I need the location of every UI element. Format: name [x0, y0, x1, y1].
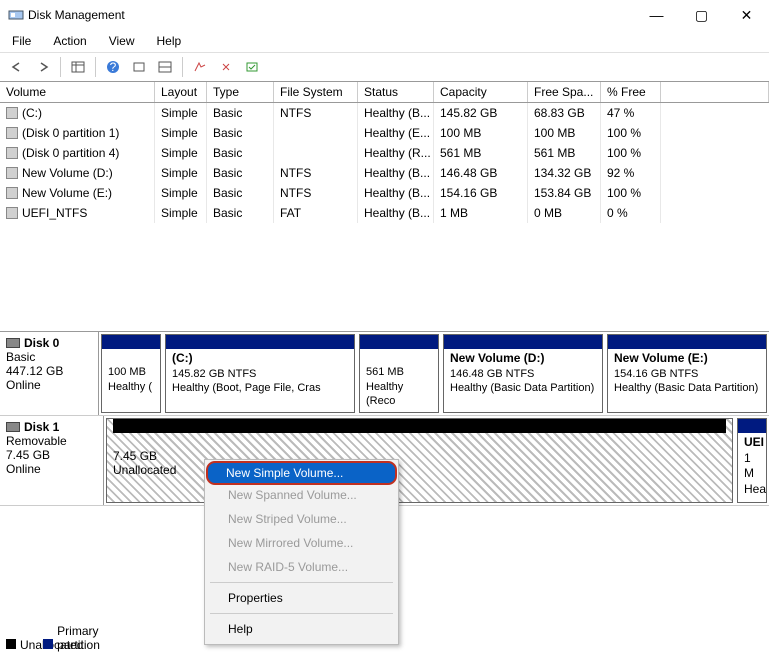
help-button[interactable]: ?: [102, 57, 124, 77]
partition[interactable]: 100 MBHealthy (: [101, 334, 161, 413]
table-row[interactable]: (Disk 0 partition 1)SimpleBasicHealthy (…: [0, 123, 769, 143]
action3-button[interactable]: [241, 57, 263, 77]
column-volume[interactable]: Volume: [0, 82, 155, 102]
disk-1-uefi-partition[interactable]: UEI 1 M Hea: [737, 418, 767, 502]
context-menu-item: New Spanned Volume...: [208, 483, 395, 507]
forward-button[interactable]: [32, 57, 54, 77]
view-list-button[interactable]: [67, 57, 89, 77]
legend: Unallocated Primary partition: [6, 624, 71, 651]
disk-0-row: Disk 0 Basic 447.12 GB Online 100 MBHeal…: [0, 332, 769, 416]
maximize-button[interactable]: ▢: [679, 0, 724, 30]
table-row[interactable]: UEFI_NTFSSimpleBasicFATHealthy (B...1 MB…: [0, 203, 769, 223]
disk-icon: [6, 338, 20, 348]
volume-list-header: Volume Layout Type File System Status Ca…: [0, 82, 769, 103]
disk-icon: [6, 422, 20, 432]
window-title: Disk Management: [24, 8, 634, 22]
volume-icon: [6, 187, 18, 199]
action2-button[interactable]: [215, 57, 237, 77]
settings-button[interactable]: [154, 57, 176, 77]
context-menu-item[interactable]: Properties: [208, 586, 395, 610]
volume-icon: [6, 207, 18, 219]
disk-management-icon: [8, 7, 24, 23]
partition[interactable]: New Volume (E:)154.16 GB NTFSHealthy (Ba…: [607, 334, 767, 413]
volume-icon: [6, 167, 18, 179]
minimize-button[interactable]: —: [634, 0, 679, 30]
volume-icon: [6, 127, 18, 139]
disk-1-unallocated[interactable]: 7.45 GB Unallocated: [106, 418, 733, 502]
context-menu-item: New RAID-5 Volume...: [208, 555, 395, 579]
volume-icon: [6, 107, 18, 119]
menu-action[interactable]: Action: [49, 32, 90, 50]
disk-1-label[interactable]: Disk 1 Removable 7.45 GB Online: [0, 416, 104, 504]
table-row[interactable]: New Volume (D:)SimpleBasicNTFSHealthy (B…: [0, 163, 769, 183]
volume-list: (C:)SimpleBasicNTFSHealthy (B...145.82 G…: [0, 103, 769, 331]
context-menu-item: New Mirrored Volume...: [208, 531, 395, 555]
table-row[interactable]: (Disk 0 partition 4)SimpleBasicHealthy (…: [0, 143, 769, 163]
back-button[interactable]: [6, 57, 28, 77]
context-menu: New Simple Volume...New Spanned Volume..…: [204, 459, 399, 645]
partition[interactable]: New Volume (D:)146.48 GB NTFSHealthy (Ba…: [443, 334, 603, 413]
menu-help[interactable]: Help: [153, 32, 186, 50]
svg-text:?: ?: [110, 60, 117, 74]
menubar: File Action View Help: [0, 30, 769, 53]
table-row[interactable]: (C:)SimpleBasicNTFSHealthy (B...145.82 G…: [0, 103, 769, 123]
column-layout[interactable]: Layout: [155, 82, 207, 102]
close-button[interactable]: ✕: [724, 0, 769, 30]
column-capacity[interactable]: Capacity: [434, 82, 528, 102]
context-menu-item[interactable]: New Simple Volume...: [206, 461, 397, 485]
toolbar: ?: [0, 53, 769, 82]
menu-file[interactable]: File: [8, 32, 35, 50]
context-menu-item: New Striped Volume...: [208, 507, 395, 531]
column-freespace[interactable]: Free Spa...: [528, 82, 601, 102]
column-filesystem[interactable]: File System: [274, 82, 358, 102]
action1-button[interactable]: [189, 57, 211, 77]
partition[interactable]: (C:)145.82 GB NTFSHealthy (Boot, Page Fi…: [165, 334, 355, 413]
titlebar: Disk Management — ▢ ✕: [0, 0, 769, 30]
column-status[interactable]: Status: [358, 82, 434, 102]
menu-view[interactable]: View: [105, 32, 139, 50]
column-pctfree[interactable]: % Free: [601, 82, 661, 102]
disk-0-label[interactable]: Disk 0 Basic 447.12 GB Online: [0, 332, 99, 415]
table-row[interactable]: New Volume (E:)SimpleBasicNTFSHealthy (B…: [0, 183, 769, 203]
column-type[interactable]: Type: [207, 82, 274, 102]
refresh-button[interactable]: [128, 57, 150, 77]
volume-icon: [6, 147, 18, 159]
context-menu-item[interactable]: Help: [208, 617, 395, 641]
partition[interactable]: 561 MBHealthy (Reco: [359, 334, 439, 413]
